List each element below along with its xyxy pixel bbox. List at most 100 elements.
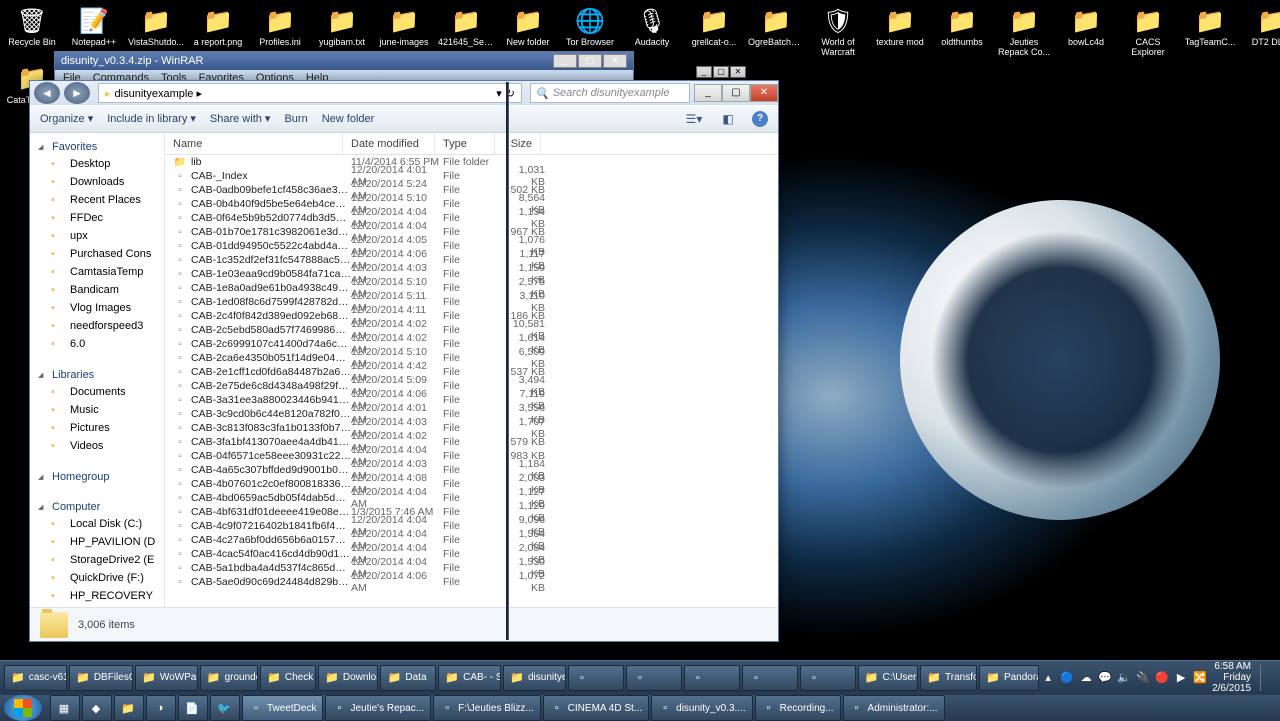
share-menu[interactable]: Share with ▾ (210, 112, 271, 125)
desktop-icon[interactable]: 📁CACS Explorer (1120, 4, 1176, 58)
nav-item[interactable]: ▪Videos (30, 437, 164, 455)
nav-item[interactable]: ▪HP_RECOVERY (30, 587, 164, 605)
include-library-menu[interactable]: Include in library ▾ (107, 112, 196, 125)
tray-icon[interactable]: 🔴 (1155, 671, 1169, 685)
desktop-icon[interactable]: 📁yugibam.txt (314, 4, 370, 58)
file-row[interactable]: ▫CAB-4cac54f0ac416cd4db90d1545214df6912/… (165, 547, 778, 561)
winrar-titlebar[interactable]: disunity_v0.3.4.zip - WinRAR _ ▢ ✕ (55, 52, 633, 70)
tray-icon[interactable]: 🔀 (1193, 671, 1207, 685)
organize-menu[interactable]: Organize ▾ (40, 112, 93, 125)
file-row[interactable]: ▫CAB-4c9f07216402b1841fb6f4030eaca3bc12/… (165, 519, 778, 533)
tray-icon[interactable]: ▴ (1041, 671, 1055, 685)
desktop-icon[interactable]: 🗑Recycle Bin (4, 4, 60, 58)
file-row[interactable]: 📁lib11/4/2014 6:55 PMFile folder (165, 155, 778, 169)
file-row[interactable]: ▫CAB-2e75de6c8d4348a498f29fb48f0faa8f12/… (165, 379, 778, 393)
col-size[interactable]: Size (495, 133, 541, 154)
nav-section-header[interactable]: Favorites (30, 137, 164, 155)
taskbar-item[interactable]: ▫ (742, 665, 798, 691)
desktop-icon[interactable]: 📁VistaShutdo... (128, 4, 184, 58)
file-row[interactable]: ▫CAB-5ae0d90c69d24484d829b367e744a55712/… (165, 575, 778, 589)
nav-item[interactable]: ▪Music (30, 401, 164, 419)
column-headers[interactable]: Name Date modified Type Size (165, 133, 778, 155)
dropdown-icon[interactable]: ▾ (496, 87, 502, 100)
explorer-titlebar[interactable]: ◄ ► ▸ disunityexample ▸ ▾ ↻ 🔍 Search dis… (30, 81, 778, 105)
col-date[interactable]: Date modified (343, 133, 435, 154)
pinned-app[interactable]: 🐦 (210, 695, 240, 721)
desktop-icon[interactable]: 📁oldthumbs (934, 4, 990, 58)
back-button[interactable]: ◄ (34, 82, 60, 104)
close-button[interactable]: ✕ (730, 66, 746, 78)
desktop-icon[interactable]: 📁bowLc4d (1058, 4, 1114, 58)
desktop-icon[interactable]: 📁texture mod (872, 4, 928, 58)
nav-item[interactable]: ▪Pictures (30, 419, 164, 437)
file-row[interactable]: ▫CAB-04f6571ce58eee30931c22790b1658a112/… (165, 449, 778, 463)
file-row[interactable]: ▫CAB-3c813f083c3fa1b0133f0b7eeba9061a12/… (165, 421, 778, 435)
desktop-icon[interactable]: 📝Notepad++ (66, 4, 122, 58)
taskbar-item[interactable]: 📁disunityex... (503, 665, 566, 691)
nav-section-header[interactable]: Homegroup (30, 467, 164, 485)
maximize-button[interactable]: ▢ (578, 54, 602, 68)
file-row[interactable]: ▫CAB-0f64e5b9b52d0774db3d58673468007ef12… (165, 211, 778, 225)
taskbar-item[interactable]: ▫F:\Jeuties Blizz... (433, 695, 541, 721)
file-row[interactable]: ▫CAB-2e1cff1cd0fd6a84487b2a6985eae4db12/… (165, 365, 778, 379)
desktop-icon[interactable]: 🎙Audacity (624, 4, 680, 58)
tray-icon[interactable]: ▶ (1174, 671, 1188, 685)
file-row[interactable]: ▫CAB-2ca6e4350b051f14d9e0479cc126f44a12/… (165, 351, 778, 365)
file-row[interactable]: ▫CAB-0adb09befe1cf458c36ae3e051660f12/20… (165, 183, 778, 197)
file-row[interactable]: ▫CAB-5a1bdba4a4d537f4c865d61254d23b5a12/… (165, 561, 778, 575)
nav-item[interactable]: ▪6.0 (30, 335, 164, 353)
taskbar-item[interactable]: 📁CAB- - Se... (438, 665, 501, 691)
file-row[interactable]: ▫CAB-2c6999107c41400d74a6c15bcff03bb112/… (165, 337, 778, 351)
taskbar-item[interactable]: 📁C:\Users\... (858, 665, 919, 691)
search-input[interactable]: 🔍 Search disunityexample (530, 83, 690, 103)
desktop-icon[interactable]: 📁DT2 DLLs (1244, 4, 1280, 58)
file-row[interactable]: ▫CAB-4bf631df01deeee419e08e736f6356791/3… (165, 505, 778, 519)
navigation-pane[interactable]: Favorites▪Desktop▪Downloads▪Recent Place… (30, 133, 165, 607)
taskbar-item[interactable]: 📁WoWPars... (135, 665, 198, 691)
desktop-icon[interactable]: 📁Profiles.ini (252, 4, 308, 58)
file-row[interactable]: ▫CAB-1e8a0ad9e61b0a4938c4945b57c75012/20… (165, 281, 778, 295)
file-row[interactable]: ▫CAB-4bd0659ac5db05f4dab5d32a5eda938012/… (165, 491, 778, 505)
minimize-button[interactable]: _ (696, 66, 712, 78)
taskbar-item[interactable]: ▫disunity_v0.3.... (651, 695, 752, 721)
taskbar-item[interactable]: ▫CINEMA 4D St... (543, 695, 649, 721)
file-list[interactable]: 📁lib11/4/2014 6:55 PMFile folder▫CAB-_In… (165, 155, 778, 607)
file-row[interactable]: ▫CAB-3a31ee3a880023446b94190203e0778012/… (165, 393, 778, 407)
new-folder-button[interactable]: New folder (322, 113, 375, 125)
file-row[interactable]: ▫CAB-01dd94950c5522c4abd4ad540512631b12/… (165, 239, 778, 253)
file-row[interactable]: ▫CAB-4c27a6bf0dd656b6a0157829182015e1512… (165, 533, 778, 547)
desktop-icon[interactable]: 🌐Tor Browser (562, 4, 618, 58)
file-row[interactable]: ▫CAB-_Index12/20/2014 4:01 AMFile1,031 K… (165, 169, 778, 183)
pinned-app[interactable]: ◑ (146, 695, 176, 721)
desktop-icon[interactable]: 📁OgreBatchC... (748, 4, 804, 58)
file-row[interactable]: ▫CAB-01b70e1781c3982061e3d34f5cb1039912/… (165, 225, 778, 239)
file-row[interactable]: ▫CAB-2c5ebd580ad57f746998650729f6cc0bf12… (165, 323, 778, 337)
nav-item[interactable]: ▪Vlog Images (30, 299, 164, 317)
maximize-button[interactable]: ▢ (713, 66, 729, 78)
nav-item[interactable]: ▪Downloads (30, 173, 164, 191)
show-desktop-button[interactable] (1260, 665, 1270, 691)
breadcrumb-path[interactable]: disunityexample ▸ (115, 87, 202, 100)
desktop-icon[interactable]: 🛡World of Warcraft (810, 4, 866, 58)
pinned-app[interactable]: ◆ (82, 695, 112, 721)
taskbar-item[interactable]: 📁DBFilesCli... (69, 665, 133, 691)
forward-button[interactable]: ► (64, 82, 90, 104)
nav-item[interactable]: ▪Documents (30, 383, 164, 401)
file-row[interactable]: ▫CAB-0b4b40f9d5be5e64eb4ce0ea1378cd1712/… (165, 197, 778, 211)
tray-icon[interactable]: 🔌 (1136, 671, 1150, 685)
nav-section-header[interactable]: Computer (30, 497, 164, 515)
start-button[interactable] (4, 695, 42, 721)
file-row[interactable]: ▫CAB-1ed08f8c6d7599f428782d2a48fb001e12/… (165, 295, 778, 309)
file-row[interactable]: ▫CAB-3c9cd0b6c44e8120a782f0ccdb2371312/2… (165, 407, 778, 421)
taskbar-item[interactable]: ▫Jeutie's Repac... (325, 695, 431, 721)
nav-item[interactable]: ▪Recent Places (30, 191, 164, 209)
taskbar-item[interactable]: ▫ (684, 665, 740, 691)
col-type[interactable]: Type (435, 133, 495, 154)
taskbar-item[interactable]: ▫ (568, 665, 624, 691)
tray-icon[interactable]: 💬 (1098, 671, 1112, 685)
help-icon[interactable]: ? (752, 111, 768, 127)
clock[interactable]: 6:58 AMFriday2/6/2015 (1212, 661, 1251, 694)
maximize-button[interactable]: ▢ (722, 84, 750, 102)
nav-item[interactable]: ▪HP_PAVILION (D (30, 533, 164, 551)
taskbar-item[interactable]: ▫Recording... (755, 695, 841, 721)
